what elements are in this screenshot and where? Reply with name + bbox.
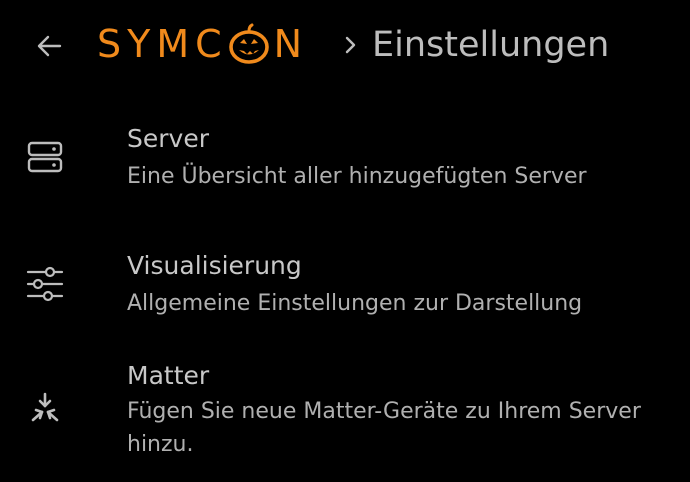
logo-text-start: SYMC bbox=[97, 22, 228, 66]
menu-item-matter[interactable]: Matter Fügen Sie neue Matter-Geräte zu I… bbox=[0, 355, 690, 475]
server-icon bbox=[27, 141, 63, 173]
menu-item-server[interactable]: Server Eine Übersicht aller hinzugefügte… bbox=[0, 118, 690, 208]
menu-item-title: Server bbox=[127, 124, 209, 153]
symcon-logo[interactable]: SYMC N bbox=[97, 18, 308, 70]
menu-item-title: Visualisierung bbox=[127, 251, 302, 280]
menu-item-description: Allgemeine Einstellungen zur Darstellung bbox=[127, 291, 583, 316]
app-header: SYMC N Einstellungen bbox=[0, 0, 690, 92]
menu-item-description: Eine Übersicht aller hinzugefügten Serve… bbox=[127, 164, 587, 189]
logo-text-end: N bbox=[273, 22, 309, 66]
sliders-icon bbox=[26, 266, 64, 302]
breadcrumb-separator bbox=[340, 30, 362, 60]
sliders-icon-wrap bbox=[26, 265, 64, 303]
page-title: Einstellungen bbox=[372, 25, 610, 65]
menu-item-title: Matter bbox=[127, 361, 210, 390]
arrow-left-icon bbox=[37, 35, 62, 57]
matter-icon-wrap bbox=[26, 389, 64, 427]
back-button[interactable] bbox=[30, 28, 70, 64]
pumpkin-icon bbox=[228, 23, 269, 64]
server-icon-wrap bbox=[26, 138, 64, 176]
matter-icon bbox=[31, 392, 59, 422]
chevron-right-icon bbox=[345, 36, 356, 54]
menu-item-visualisierung[interactable]: Visualisierung Allgemeine Einstellungen … bbox=[0, 245, 690, 325]
menu-item-description: Fügen Sie neue Matter-Geräte zu Ihrem Se… bbox=[127, 399, 641, 457]
